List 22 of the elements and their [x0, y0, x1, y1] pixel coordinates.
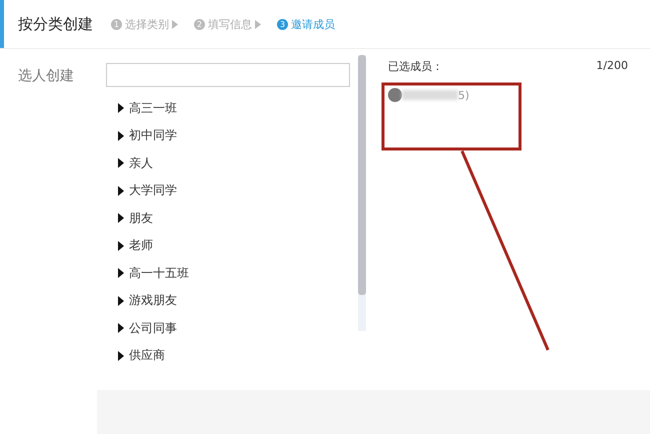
group-item[interactable]: 初中同学	[118, 126, 358, 145]
member-name: 5)	[458, 88, 470, 102]
scrollbar[interactable]	[358, 55, 366, 331]
selected-label: 已选成员：	[388, 59, 443, 74]
group-item[interactable]: 高三一班	[118, 99, 358, 118]
group-item[interactable]: 游戏朋友	[118, 292, 358, 310]
member-count: 1/200	[596, 59, 628, 74]
group-item[interactable]: 高一十五班	[118, 264, 358, 282]
blurred-name	[402, 90, 458, 100]
group-item[interactable]: 老师	[118, 236, 358, 255]
avatar	[388, 88, 402, 102]
accent-bar	[0, 0, 4, 48]
group-item[interactable]: 亲人	[118, 154, 358, 172]
side-label: 选人创建	[18, 68, 74, 84]
search-field[interactable]	[106, 63, 350, 87]
dialog-title: 按分类创建	[18, 14, 93, 34]
arrow-icon	[172, 20, 178, 28]
group-item[interactable]: 大学同学	[118, 182, 358, 200]
group-item[interactable]: 朋友	[118, 209, 358, 228]
arrow-icon	[255, 20, 261, 28]
group-item[interactable]: 供应商	[118, 346, 358, 365]
group-item[interactable]: 公司同事	[118, 319, 358, 338]
